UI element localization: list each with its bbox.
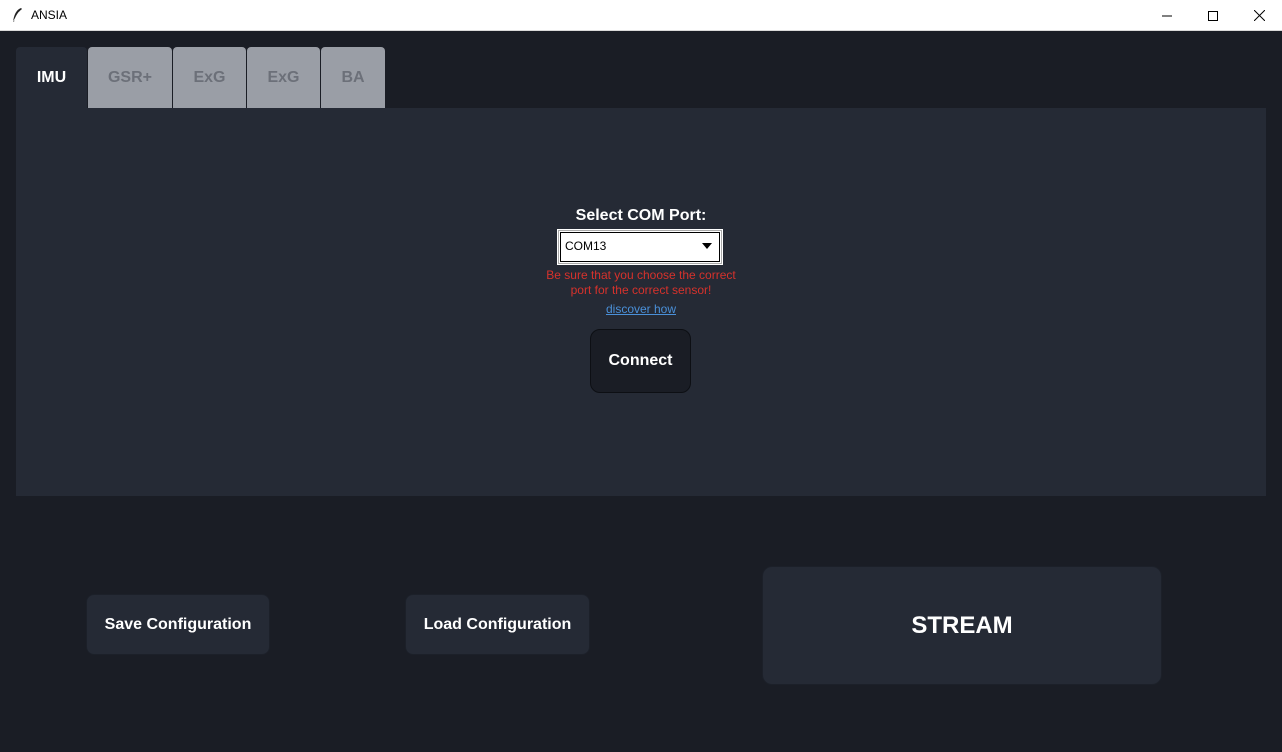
feather-icon [12,8,22,23]
port-warning-line-2: port for the correct sensor! [570,283,712,297]
minimize-button[interactable] [1144,0,1190,31]
tab-ba[interactable]: BA [321,47,385,108]
close-icon [1253,10,1265,21]
discover-how-label[interactable]: discover how [606,302,676,316]
port-warning-text: Be sure that you choose the correct port… [16,268,1266,298]
maximize-icon [1208,10,1218,21]
chevron-down-icon [702,243,712,249]
com-port-label: Select COM Port: [575,207,707,224]
tab-gsr[interactable]: GSR+ [88,47,172,108]
stream-button[interactable]: STREAM [762,566,1162,685]
title-bar: ANSIA [0,0,1282,31]
com-port-value: COM13 [565,239,607,253]
save-configuration-button[interactable]: Save Configuration [86,594,270,655]
window-title: ANSIA [31,8,68,22]
connect-button[interactable]: Connect [590,329,691,393]
close-button[interactable] [1236,0,1282,31]
tab-exg-2[interactable]: ExG [247,47,320,108]
port-warning-line-1: Be sure that you choose the correct [546,268,736,282]
imu-panel: Select COM Port: COM13 Be sure that you … [16,108,1266,496]
load-configuration-button[interactable]: Load Configuration [405,594,590,655]
discover-how-link[interactable]: discover how [16,302,1266,316]
com-port-select[interactable]: COM13 [557,229,723,265]
tab-imu[interactable]: IMU [16,47,87,108]
maximize-button[interactable] [1190,0,1236,31]
tab-exg-1[interactable]: ExG [173,47,246,108]
minimize-icon [1162,15,1172,16]
